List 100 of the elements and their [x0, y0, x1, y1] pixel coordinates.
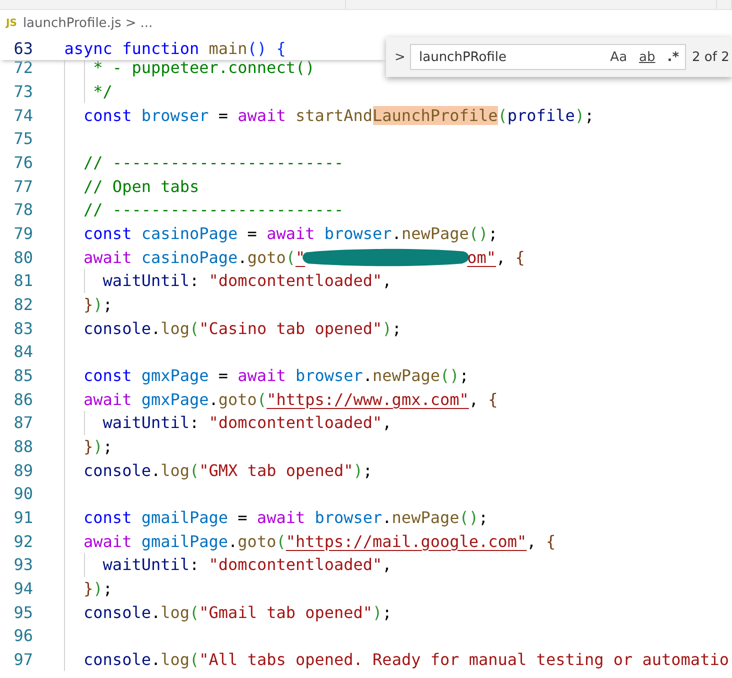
variable-text: console [82, 460, 151, 480]
code-text: , [382, 413, 392, 432]
code-text: . [150, 318, 161, 338]
url-text: "https://www.gmx.com" [266, 390, 469, 409]
url-text: om" [467, 248, 496, 267]
string-text: "domcontentloaded" [208, 555, 382, 574]
comment-text: // ------------------------ [82, 153, 344, 172]
line-number: 72 [12, 58, 33, 78]
line-number: 81 [12, 271, 33, 290]
line-number: 90 [12, 484, 33, 504]
line-number: 89 [12, 460, 33, 480]
function-name: goto [238, 532, 276, 551]
bracket-text: () [247, 39, 267, 58]
bracket-text: ) [93, 295, 103, 314]
bracket-text: ) [353, 460, 363, 480]
function-name: log [160, 318, 190, 338]
variable-text: gmxPage [140, 390, 209, 409]
line-number: 73 [12, 82, 33, 101]
keyword-text: await [256, 508, 306, 528]
function-name: startAnd [294, 106, 373, 125]
match-count: 2 of 2 [692, 50, 730, 64]
line-number: 97 [12, 650, 33, 670]
bracket-text: ) [372, 602, 382, 622]
code-text: . [238, 248, 248, 267]
comment-text: */ [92, 82, 112, 101]
code-text: : [190, 271, 200, 290]
code-text: . [150, 650, 161, 670]
code-text: ; [488, 224, 498, 244]
search-option-toggle[interactable]: ab [637, 50, 658, 64]
code-text: . [150, 602, 161, 622]
code-text: ; [102, 437, 112, 456]
function-name: goto [247, 248, 286, 267]
bracket-text: ( [276, 532, 286, 551]
code-text: , [496, 248, 506, 267]
variable-text: browser [323, 224, 392, 244]
variable-text: profile [507, 106, 575, 125]
file-type-label: JS [6, 18, 17, 29]
keyword-text: await [82, 248, 132, 267]
line-number: 74 [12, 106, 33, 125]
breadcrumb-item[interactable]: ... [140, 16, 153, 31]
code-text: : [190, 413, 200, 432]
url-text: " [295, 248, 306, 267]
line-number: 82 [12, 295, 33, 314]
bracket-text: } [82, 437, 94, 456]
line-number: 84 [12, 342, 33, 362]
bracket-text: ( [190, 318, 200, 338]
variable-text: gmailPage [140, 508, 228, 528]
bracket-text: () [440, 366, 460, 386]
line-number: 75 [12, 129, 33, 148]
string-text: "Casino tab opened" [199, 318, 382, 338]
code-text: , [382, 555, 392, 574]
keyword-text: await [236, 106, 286, 125]
code-text: . [392, 224, 402, 244]
code-text: ; [382, 602, 392, 622]
variable-text: casinoPage [140, 248, 238, 267]
function-name: log [160, 650, 190, 670]
bracket-text: ) [574, 106, 584, 125]
keyword-text: await [236, 366, 286, 386]
bracket-text: ) [93, 437, 103, 456]
search-option-toggle[interactable]: .* [665, 50, 681, 64]
bracket-text: ) [93, 579, 103, 598]
code-text: . [150, 460, 161, 480]
line-number: 77 [12, 176, 33, 196]
keyword-text: function [121, 39, 200, 58]
bracket-text: ( [286, 248, 296, 267]
bracket-text: ( [190, 650, 200, 670]
bracket-text: } [82, 295, 94, 314]
line-number: 91 [12, 508, 33, 528]
keyword-text: const [82, 224, 132, 244]
code-text: : [190, 555, 200, 574]
code-text: . [382, 508, 392, 528]
line-number: 96 [12, 626, 33, 646]
function-name: main [208, 39, 248, 58]
bracket-text: ( [498, 106, 508, 125]
line-number: 78 [12, 200, 33, 220]
variable-text: browser [140, 106, 209, 125]
keyword-text: await [82, 532, 132, 551]
string-text: "Gmail tab opened" [199, 602, 373, 622]
keyword-text: await [82, 390, 132, 409]
variable-text: gmailPage [140, 532, 228, 551]
variable-text: console [82, 650, 151, 670]
breadcrumb-item[interactable]: launchProfile.js [22, 16, 122, 31]
code-text: . [208, 390, 218, 409]
string-text: "GMX tab opened" [199, 460, 354, 480]
line-number: 85 [12, 366, 33, 386]
line-number: 80 [12, 248, 33, 267]
bracket-text: () [468, 224, 488, 244]
code-text: ; [102, 295, 112, 314]
line-number: 76 [12, 153, 33, 172]
expand-toggle[interactable]: > [390, 50, 410, 64]
comment-text: * - puppeteer.connect() [92, 58, 315, 78]
code-text: . [362, 366, 373, 386]
code-text: ; [392, 318, 402, 338]
code-text: ; [584, 106, 594, 125]
search-field[interactable]: launchPRofile Aa ab .* [410, 44, 686, 70]
comment-text: // Open tabs [82, 176, 200, 196]
line-number: 63 [12, 39, 33, 58]
line-number: 92 [12, 532, 33, 551]
bracket-text: { [275, 39, 286, 58]
search-option-toggle[interactable]: Aa [608, 50, 630, 64]
